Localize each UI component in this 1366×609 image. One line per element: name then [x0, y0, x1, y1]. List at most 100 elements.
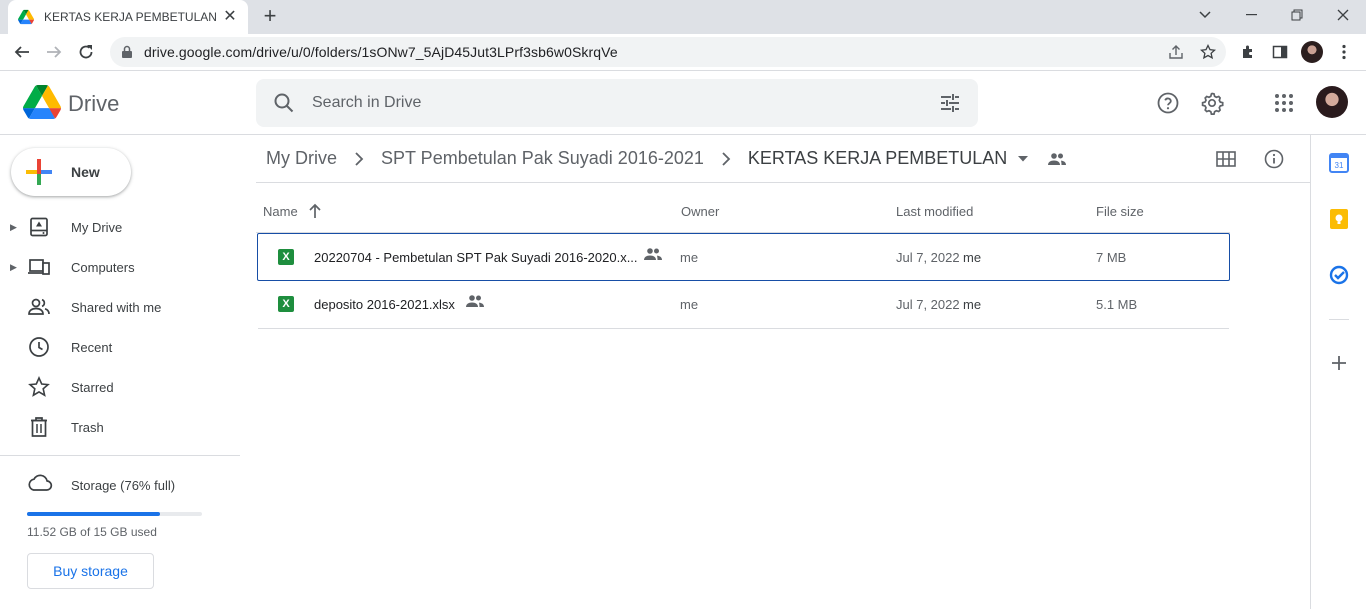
file-modified-by: me [963, 250, 982, 265]
sidebar-item-label: Shared with me [71, 299, 162, 315]
breadcrumb-item[interactable]: My Drive [256, 148, 347, 169]
tab-title: KERTAS KERJA PEMBETULAN - Goo [44, 10, 216, 24]
info-icon[interactable] [1260, 145, 1288, 173]
sidebar-item-label: Trash [71, 419, 104, 435]
file-modified-by: me [963, 297, 982, 312]
address-bar[interactable]: drive.google.com/drive/u/0/folders/1sONw… [110, 37, 1226, 67]
close-window-icon[interactable] [1320, 0, 1366, 30]
file-owner: me [680, 297, 699, 312]
sidebar-item-trash[interactable]: Trash [0, 407, 240, 447]
star-icon [27, 375, 51, 399]
column-header-last-modified[interactable]: Last modified [896, 204, 973, 219]
shared-folder-icon[interactable] [1045, 147, 1069, 171]
breadcrumb-item[interactable]: SPT Pembetulan Pak Suyadi 2016-2021 [371, 148, 714, 169]
profile-avatar[interactable] [1299, 39, 1325, 65]
sidebar-item-label: My Drive [71, 219, 123, 235]
sidebar-item-starred[interactable]: Starred [0, 367, 240, 407]
side-panel-divider [1329, 319, 1349, 320]
expand-caret-icon[interactable]: ▶ [10, 222, 17, 233]
search-input[interactable] [312, 79, 912, 127]
file-owner: me [680, 250, 699, 265]
computers-icon [27, 255, 51, 279]
sidebar-item-my-drive[interactable]: ▶ My Drive [0, 207, 240, 247]
sort-ascending-icon[interactable] [308, 203, 322, 224]
storage-label: Storage (76% full) [71, 478, 176, 493]
tab-search-chevron-icon[interactable] [1182, 0, 1228, 30]
extensions-icon[interactable] [1235, 39, 1261, 65]
bookmark-star-icon[interactable] [1197, 41, 1219, 63]
storage-used-text: 11.52 GB of 15 GB used [27, 525, 157, 539]
sidebar-item-label: Recent [71, 339, 113, 355]
column-header-file-size[interactable]: File size [1096, 204, 1144, 219]
url-text: drive.google.com/drive/u/0/folders/1sONw… [144, 44, 618, 60]
calendar-icon[interactable]: 31 [1329, 153, 1349, 173]
new-button[interactable]: New [11, 148, 131, 196]
tasks-icon[interactable] [1329, 265, 1349, 285]
sidebar-item-label: Computers [71, 259, 135, 275]
browser-tab[interactable]: KERTAS KERJA PEMBETULAN - Goo ✕ [8, 0, 248, 34]
table-row[interactable]: X deposito 2016-2021.xlsx me Jul 7, 2022… [258, 281, 1229, 329]
storage-progress-bar [27, 512, 202, 516]
keep-icon[interactable] [1329, 209, 1349, 229]
chevron-right-icon [347, 147, 371, 171]
side-panel: 31 [1310, 135, 1366, 609]
sidebar: New ▶ My Drive ▶ Computers Shared with m… [0, 135, 240, 609]
sidebar-item-computers[interactable]: ▶ Computers [0, 247, 240, 287]
chevron-right-icon [714, 147, 738, 171]
drive-header: Drive [0, 71, 1366, 135]
plus-icon [26, 159, 52, 185]
expand-caret-icon[interactable]: ▶ [10, 262, 17, 273]
shared-icon [27, 295, 51, 319]
new-tab-button[interactable]: + [258, 4, 282, 28]
new-button-label: New [71, 164, 100, 180]
share-page-icon[interactable] [1165, 41, 1187, 63]
browser-tabstrip: KERTAS KERJA PEMBETULAN - Goo ✕ + [0, 0, 1366, 34]
main-content: My Drive SPT Pembetulan Pak Suyadi 2016-… [256, 135, 1310, 609]
breadcrumb-current-folder[interactable]: KERTAS KERJA PEMBETULAN [738, 148, 1011, 169]
search-options-icon[interactable] [938, 91, 962, 115]
search-bar [256, 79, 978, 127]
restore-icon[interactable] [1274, 0, 1320, 30]
column-header-name[interactable]: Name [263, 204, 298, 219]
trash-icon [27, 415, 51, 439]
apps-grid-icon[interactable] [1268, 87, 1300, 119]
search-icon[interactable] [272, 91, 296, 115]
side-panel-icon[interactable] [1267, 39, 1293, 65]
sidebar-item-shared-with-me[interactable]: Shared with me [0, 287, 240, 327]
file-name: 20220704 - Pembetulan SPT Pak Suyadi 201… [314, 250, 638, 265]
buy-storage-button[interactable]: Buy storage [27, 553, 154, 589]
sidebar-item-storage[interactable]: Storage (76% full) [0, 465, 240, 505]
sidebar-item-recent[interactable]: Recent [0, 327, 240, 367]
forward-icon[interactable] [41, 39, 67, 65]
account-avatar[interactable] [1316, 86, 1348, 118]
reload-icon[interactable] [73, 39, 99, 65]
settings-gear-icon[interactable] [1196, 87, 1228, 119]
my-drive-icon [27, 215, 51, 239]
file-name: deposito 2016-2021.xlsx [314, 297, 455, 312]
breadcrumb: My Drive SPT Pembetulan Pak Suyadi 2016-… [256, 135, 1310, 183]
help-icon[interactable] [1152, 87, 1184, 119]
clock-icon [27, 335, 51, 359]
file-size: 5.1 MB [1096, 297, 1138, 312]
excel-file-icon: X [278, 249, 294, 265]
table-row[interactable]: X 20220704 - Pembetulan SPT Pak Suyadi 2… [257, 233, 1230, 281]
sidebar-item-label: Starred [71, 379, 114, 395]
cloud-icon [27, 473, 53, 498]
minimize-icon[interactable] [1228, 0, 1274, 30]
drive-favicon-icon [18, 9, 34, 25]
excel-file-icon: X [278, 296, 294, 312]
grid-view-icon[interactable] [1212, 145, 1240, 173]
file-size: 7 MB [1096, 250, 1127, 265]
app-name[interactable]: Drive [68, 91, 119, 117]
back-icon[interactable] [9, 39, 35, 65]
lock-icon [122, 45, 132, 58]
shared-icon [644, 247, 662, 266]
browser-menu-icon[interactable] [1331, 39, 1357, 65]
add-addon-icon[interactable] [1329, 353, 1349, 373]
drive-logo-icon[interactable] [22, 85, 62, 119]
shared-icon [466, 294, 484, 313]
file-modified-date: Jul 7, 2022 [896, 250, 960, 265]
close-tab-icon[interactable]: ✕ [222, 9, 238, 25]
folder-menu-dropdown-icon[interactable] [1011, 147, 1035, 171]
sidebar-divider [0, 455, 240, 456]
